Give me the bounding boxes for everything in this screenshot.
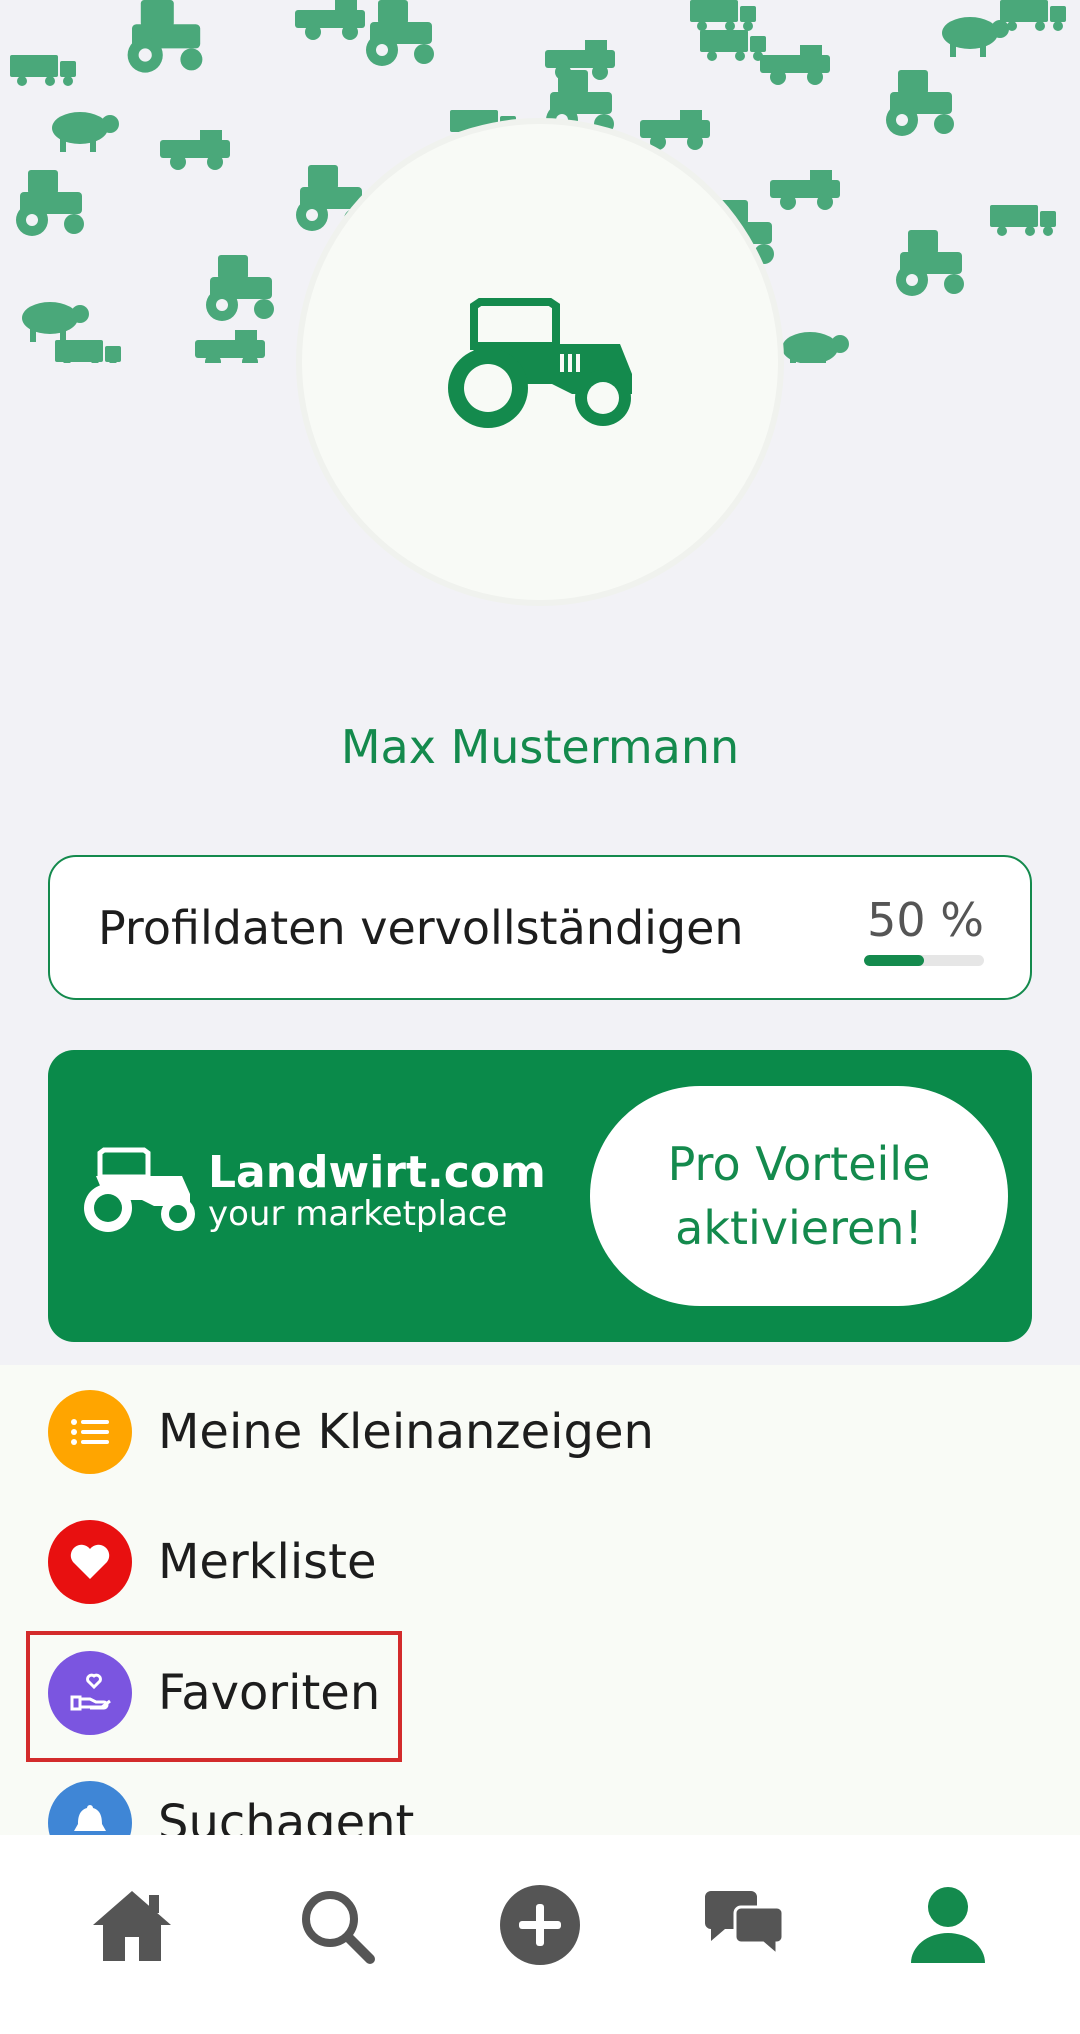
profile-completion-card[interactable]: Profildaten vervollständigen 50 %	[48, 855, 1032, 1000]
profile-progress-bar	[864, 955, 984, 966]
nav-messages[interactable]	[684, 1865, 804, 1985]
landwirt-logo: Landwirt.com your marketplace	[82, 1146, 546, 1236]
user-name: Max Mustermann	[340, 720, 740, 774]
profile-completion-percent: 50 %	[867, 893, 984, 947]
nav-profile[interactable]	[888, 1865, 1008, 1985]
highlight-box	[26, 1631, 402, 1762]
tractor-logo-icon	[84, 1147, 195, 1232]
profile-icon	[911, 1886, 985, 1963]
search-icon	[302, 1890, 375, 1964]
menu-item-merkliste[interactable]: Merkliste	[48, 1520, 377, 1604]
menu-item-meine-kleinanzeigen[interactable]: Meine Kleinanzeigen	[48, 1390, 654, 1474]
tractor-icon	[448, 298, 632, 428]
profile-completion-label: Profildaten vervollständigen	[98, 901, 744, 955]
activate-pro-line2: aktivieren!	[675, 1201, 923, 1255]
list-icon	[48, 1390, 132, 1474]
home-icon	[93, 1890, 171, 1961]
profile-avatar[interactable]	[302, 124, 778, 600]
activate-pro-button[interactable]: Pro Vorteile aktivieren!	[590, 1086, 1008, 1306]
pro-promo-banner: Landwirt.com your marketplace Pro Vortei…	[48, 1050, 1032, 1342]
nav-search[interactable]	[276, 1865, 396, 1985]
activate-pro-line1: Pro Vorteile	[667, 1137, 931, 1191]
heart-icon	[48, 1520, 132, 1604]
menu-item-suchagent[interactable]: Suchagent	[48, 1781, 414, 1835]
bottom-navigation	[0, 1835, 1080, 2034]
profile-menu: Meine Kleinanzeigen Merkliste Favoriten …	[0, 1365, 1080, 1835]
nav-home[interactable]	[72, 1865, 192, 1985]
add-icon	[500, 1884, 580, 1965]
menu-label: Meine Kleinanzeigen	[158, 1404, 654, 1460]
brand-name: Landwirt.com	[208, 1147, 546, 1198]
profile-progress-fill	[864, 955, 924, 966]
menu-label: Suchagent	[158, 1795, 415, 1835]
bell-icon	[48, 1781, 132, 1835]
brand-tagline: your marketplace	[208, 1194, 508, 1234]
menu-label: Merkliste	[158, 1534, 377, 1590]
chat-icon	[705, 1890, 785, 1958]
nav-add[interactable]	[480, 1865, 600, 1985]
